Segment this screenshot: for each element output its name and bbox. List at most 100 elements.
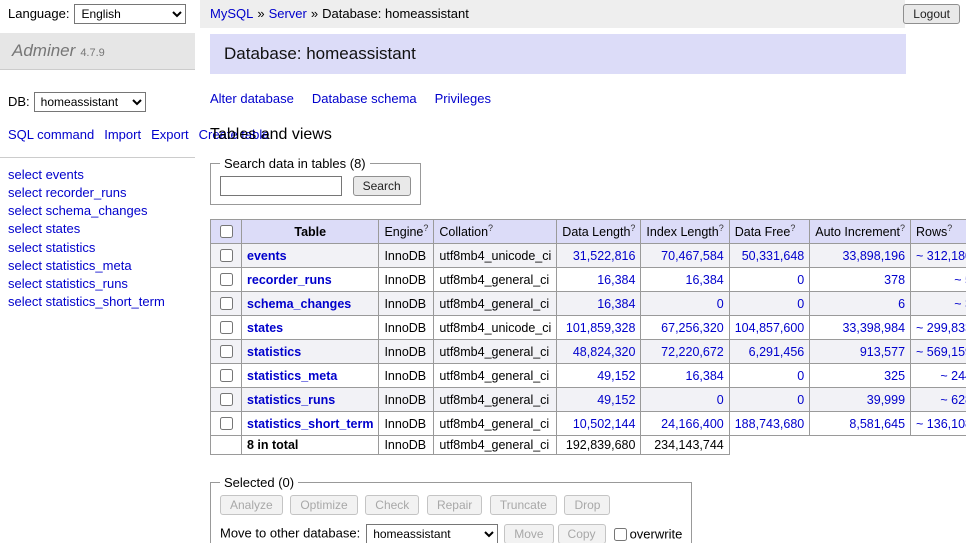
data-length-link[interactable]: 10,502,144 [573,417,636,431]
data-length-link[interactable]: 16,384 [597,297,635,311]
selected-action-button[interactable]: Truncate [490,495,557,515]
sidebar-link-export[interactable]: Export [151,127,189,142]
adminer-logo-text[interactable]: Adminer [12,41,75,60]
selected-action-button[interactable]: Optimize [290,495,357,515]
index-length-link[interactable]: 70,467,584 [661,249,724,263]
row-select-checkbox[interactable] [220,417,233,430]
index-length-link[interactable]: 16,384 [686,369,724,383]
rows-count-link[interactable]: ~ 5 [954,273,966,287]
data-length-link[interactable]: 49,152 [597,393,635,407]
alter-database-link[interactable]: Alter database [210,91,294,106]
data-length-link[interactable]: 101,859,328 [566,321,636,335]
help-icon[interactable]: ? [719,223,724,233]
overwrite-checkbox[interactable] [614,528,627,541]
row-select-checkbox[interactable] [220,297,233,310]
breadcrumb-link-server[interactable]: Server [269,6,307,21]
row-select-checkbox[interactable] [220,321,233,334]
index-length-link[interactable]: 24,166,400 [661,417,724,431]
move-button[interactable]: Move [504,524,553,543]
table-name-link[interactable]: states [247,321,283,335]
auto-increment-link[interactable]: 6 [898,297,905,311]
data-length-link[interactable]: 31,522,816 [573,249,636,263]
auto-increment-link[interactable]: 325 [884,369,905,383]
index-length-link[interactable]: 72,220,672 [661,345,724,359]
table-name-link[interactable]: statistics_short_term [247,417,373,431]
index-length-link[interactable]: 67,256,320 [661,321,724,335]
breadcrumb-link-mysql[interactable]: MySQL [210,6,253,21]
data-length-link[interactable]: 48,824,320 [573,345,636,359]
search-input[interactable] [220,176,342,196]
data-length-link[interactable]: 16,384 [597,273,635,287]
data-free-link[interactable]: 6,291,456 [749,345,805,359]
data-free-link[interactable]: 104,857,600 [735,321,805,335]
help-icon[interactable]: ? [900,223,905,233]
sidebar-select-table-link[interactable]: select events [8,166,187,184]
sidebar-select-table-link[interactable]: select statistics [8,239,187,257]
move-db-select[interactable]: homeassistant [366,524,498,543]
sidebar-select-table-link[interactable]: select statistics_meta [8,257,187,275]
data-free-link[interactable]: 0 [797,273,804,287]
search-button[interactable]: Search [353,176,411,196]
sidebar-select-table-link[interactable]: select recorder_runs [8,184,187,202]
row-select-checkbox[interactable] [220,393,233,406]
table-name-link[interactable]: statistics_meta [247,369,337,383]
auto-increment-link[interactable]: 33,398,984 [842,321,905,335]
data-free-link[interactable]: 0 [797,393,804,407]
copy-button[interactable]: Copy [558,524,606,543]
row-select-checkbox[interactable] [220,369,233,382]
table-name-link[interactable]: recorder_runs [247,273,332,287]
help-icon[interactable]: ? [630,223,635,233]
rows-count-link[interactable]: ~ 312,180 [916,249,966,263]
selected-action-button[interactable]: Repair [427,495,482,515]
auto-increment-link[interactable]: 378 [884,273,905,287]
sidebar-select-table-link[interactable]: select schema_changes [8,202,187,220]
data-free-link[interactable]: 50,331,648 [742,249,805,263]
overwrite-label[interactable]: overwrite [630,527,683,542]
database-schema-link[interactable]: Database schema [312,91,417,106]
help-icon[interactable]: ? [790,223,795,233]
index-length-link[interactable]: 0 [717,297,724,311]
help-icon[interactable]: ? [488,223,493,233]
rows-count-link[interactable]: ~ 3 [954,297,966,311]
sidebar-link-import[interactable]: Import [104,127,141,142]
sidebar-select-table-link[interactable]: select statistics_runs [8,275,187,293]
sidebar-select-table-link[interactable]: select statistics_short_term [8,293,187,311]
data-free-link[interactable]: 188,743,680 [735,417,805,431]
help-icon[interactable]: ? [423,223,428,233]
privileges-link[interactable]: Privileges [435,91,491,106]
db-select[interactable]: homeassistant [34,92,146,112]
rows-count-link[interactable]: ~ 136,108 [916,417,966,431]
auto-increment-link[interactable]: 913,577 [860,345,905,359]
selected-action-button[interactable]: Analyze [220,495,283,515]
rows-count-link[interactable]: ~ 244 [940,369,966,383]
row-select-checkbox[interactable] [220,345,233,358]
language-select[interactable]: English [74,4,186,24]
rows-count-link[interactable]: ~ 628 [940,393,966,407]
selected-action-button[interactable]: Check [365,495,419,515]
rows-count-link[interactable]: ~ 299,833 [916,321,966,335]
logout-button[interactable]: Logout [903,4,960,24]
index-length-link[interactable]: 16,384 [686,273,724,287]
header-auto-increment: Auto Increment? [810,220,911,244]
data-length-link[interactable]: 49,152 [597,369,635,383]
auto-increment-link[interactable]: 8,581,645 [849,417,905,431]
select-all-checkbox[interactable] [220,225,233,238]
index-length-link[interactable]: 0 [717,393,724,407]
auto-increment-link[interactable]: 33,898,196 [842,249,905,263]
sidebar-link-sql-command[interactable]: SQL command [8,127,94,142]
selected-action-button[interactable]: Drop [564,495,610,515]
header-collation: Collation? [434,220,557,244]
rows-count-link[interactable]: ~ 569,159 [916,345,966,359]
table-name-link[interactable]: events [247,249,287,263]
auto-increment-link[interactable]: 39,999 [867,393,905,407]
sidebar-select-table-link[interactable]: select states [8,220,187,238]
row-select-checkbox[interactable] [220,273,233,286]
data-free-link[interactable]: 0 [797,369,804,383]
db-label: DB: [8,94,30,109]
table-name-link[interactable]: statistics_runs [247,393,335,407]
help-icon[interactable]: ? [947,223,952,233]
table-name-link[interactable]: schema_changes [247,297,351,311]
row-select-checkbox[interactable] [220,249,233,262]
data-free-link[interactable]: 0 [797,297,804,311]
table-name-link[interactable]: statistics [247,345,301,359]
